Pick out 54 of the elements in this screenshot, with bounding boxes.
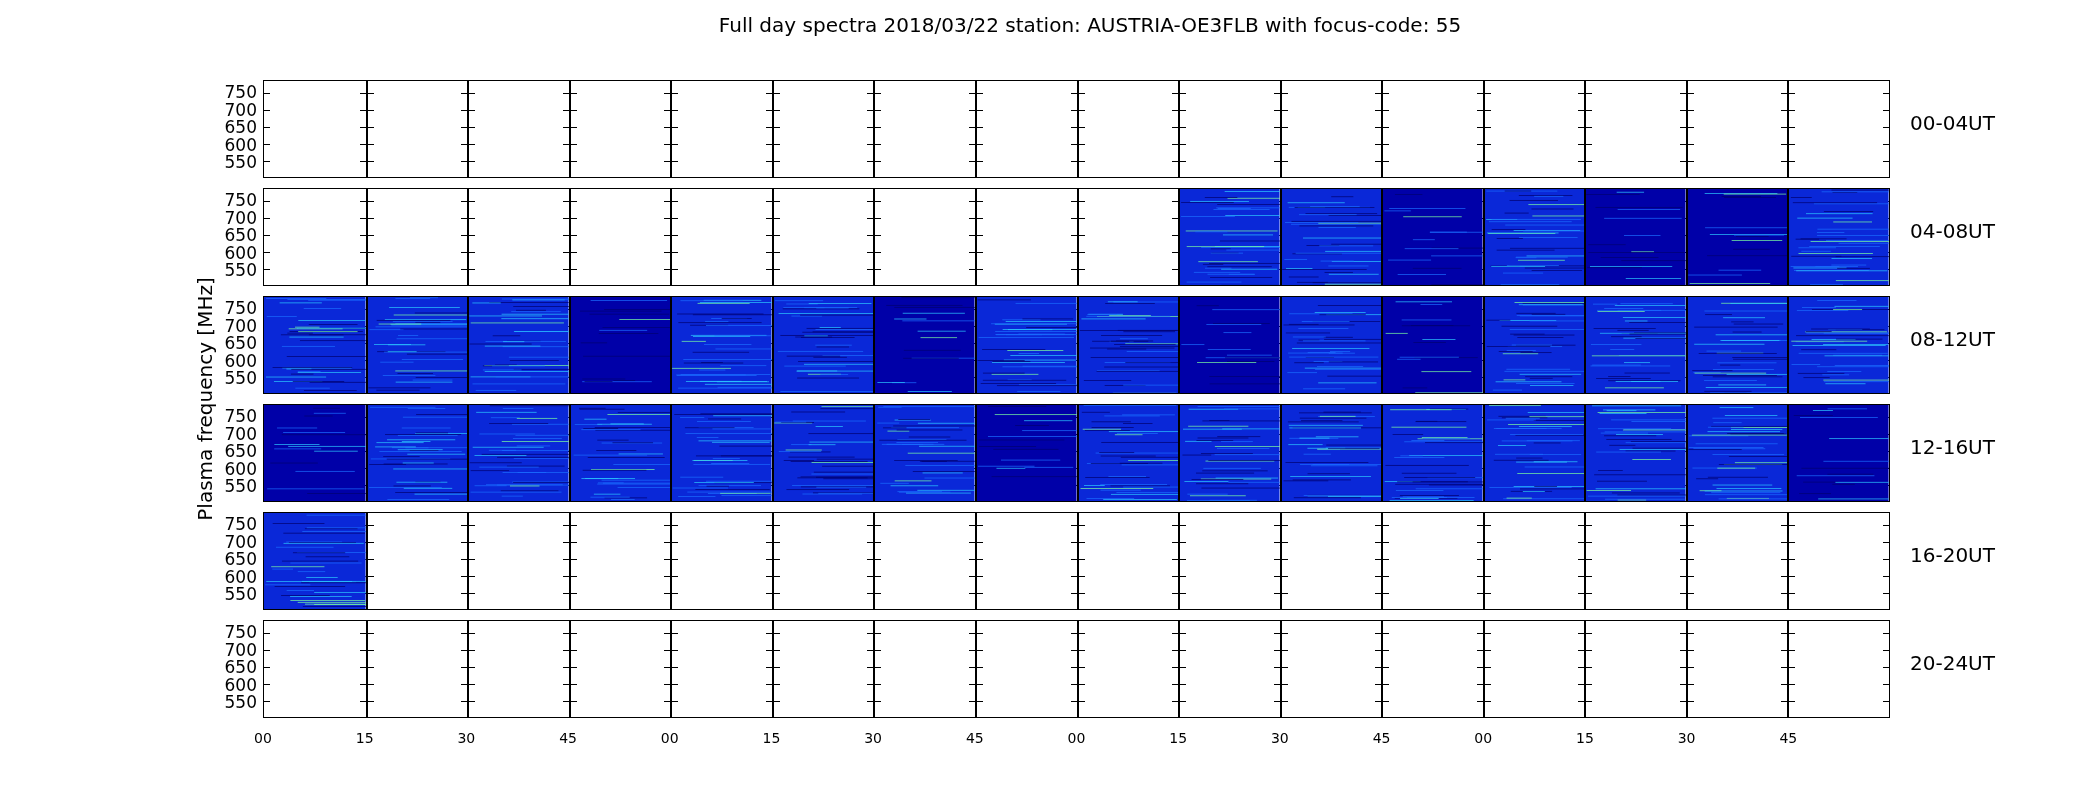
y-tick-label: 650 xyxy=(224,334,257,352)
y-tick-label: 700 xyxy=(224,317,257,335)
x-tick-label: 15 xyxy=(355,730,374,746)
y-tick-label: 750 xyxy=(224,407,257,425)
y-tick-label: 600 xyxy=(224,136,257,154)
y-tick-label: 700 xyxy=(224,425,257,443)
y-tick-label: 750 xyxy=(224,515,257,533)
time-range-label: 08-12UT xyxy=(1909,327,1996,351)
y-tick-label: 750 xyxy=(224,623,257,641)
y-tick-label: 550 xyxy=(224,693,257,711)
y-tick-label: 550 xyxy=(224,261,257,279)
x-tick-label: 45 xyxy=(1779,730,1798,746)
x-tick-label: 00 xyxy=(1474,730,1493,746)
x-tick-label: 30 xyxy=(864,730,883,746)
y-tick-label: 550 xyxy=(224,153,257,171)
time-range-label: 04-08UT xyxy=(1909,219,1996,243)
x-tick-label: 00 xyxy=(254,730,272,746)
x-tick-label: 00 xyxy=(1067,730,1086,746)
y-tick-label: 750 xyxy=(224,299,257,317)
y-tick-label: 650 xyxy=(224,118,257,136)
y-tick-label: 650 xyxy=(224,658,257,676)
time-range-label: 20-24UT xyxy=(1909,651,1996,675)
x-tick-label: 45 xyxy=(559,730,577,746)
time-range-label: 16-20UT xyxy=(1909,543,1996,567)
x-tick-label: 15 xyxy=(762,730,781,746)
x-tick-label: 30 xyxy=(457,730,476,746)
x-tick-label: 15 xyxy=(1169,730,1188,746)
x-tick-label: 30 xyxy=(1677,730,1696,746)
y-tick-label: 650 xyxy=(224,442,257,460)
y-tick-label: 550 xyxy=(224,369,257,387)
y-tick-label: 700 xyxy=(224,209,257,227)
x-tick-label: 45 xyxy=(1372,730,1391,746)
y-tick-label: 600 xyxy=(224,244,257,262)
y-tick-label: 650 xyxy=(224,226,257,244)
y-tick-label: 700 xyxy=(224,101,257,119)
x-tick-label: 15 xyxy=(1576,730,1594,746)
y-tick-label: 600 xyxy=(224,460,257,478)
time-range-label: 12-16UT xyxy=(1909,435,1996,459)
x-tick-label: 00 xyxy=(660,730,679,746)
figure-title: Full day spectra 2018/03/22 station: AUSTRIA-OE3FLB with focus-code: 55 xyxy=(718,13,1462,37)
y-tick-label: 600 xyxy=(224,352,257,370)
y-tick-label: 700 xyxy=(224,641,257,659)
y-tick-label: 550 xyxy=(224,585,257,603)
y-axis-label: Plasma frequency [MHz] xyxy=(193,277,217,521)
x-tick-label: 30 xyxy=(1270,730,1289,746)
y-tick-label: 750 xyxy=(224,191,257,209)
time-range-label: 00-04UT xyxy=(1909,111,1996,135)
y-tick-label: 550 xyxy=(224,477,257,495)
y-tick-label: 700 xyxy=(224,533,257,551)
y-tick-label: 600 xyxy=(224,676,257,694)
x-tick-label: 45 xyxy=(965,730,984,746)
y-tick-label: 750 xyxy=(224,83,257,101)
y-tick-label: 600 xyxy=(224,568,257,586)
y-tick-label: 650 xyxy=(224,550,257,568)
